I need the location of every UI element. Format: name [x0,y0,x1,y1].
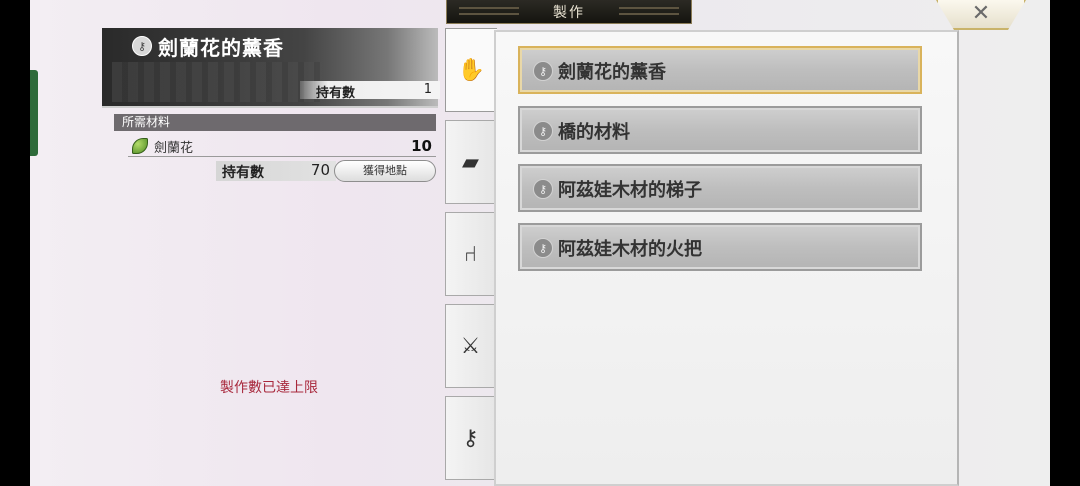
recipe-name: 橋的材料 [558,122,630,143]
recipe-list-panel: ⚷ 劍蘭花的薰香 ⚷ 橋的材料 ⚷ 阿茲娃木材的梯子 ⚷ 阿茲娃木材的火把 [494,30,959,486]
owned-value: 1 [423,82,432,97]
key-icon: ⚷ [462,425,479,451]
title-decoration-left [459,7,519,15]
selected-item-header: ⚷ 劍蘭花的薰香 持有數 1 [102,28,440,108]
page-title: 製作 [553,4,585,21]
material-required-qty: 10 [411,137,432,155]
item-background-image [112,62,322,102]
acquire-location-button[interactable]: 獲得地點 [334,160,436,182]
chair-icon: ⑁ [463,241,478,267]
selected-item-name: 劍蘭花的薰香 [158,36,284,60]
materials-header: 所需材料 [114,114,436,131]
sword-shield-icon: ⚔ [460,333,481,359]
tab-materials[interactable]: ▰ [445,120,495,204]
crafting-screen: 製作 ✕ ⚷ 劍蘭花的薰香 持有數 1 所需材料 劍蘭花 10 持有數 70 獲… [30,0,1050,486]
recipe-item[interactable]: ⚷ 橋的材料 [518,106,922,154]
item-owned-count: 持有數 1 [300,81,440,101]
tab-equipment[interactable]: ⚔ [445,304,495,388]
recipe-name: 阿茲娃木材的火把 [558,239,702,260]
tab-hand[interactable]: ✋ [445,28,497,112]
craft-limit-message: 製作數已達上限 [220,380,318,396]
tab-key-items[interactable]: ⚷ [445,396,495,480]
recipe-name: 阿茲娃木材的梯子 [558,180,702,201]
side-edge-tab[interactable] [30,70,38,156]
recipe-icon: ⚷ [533,61,553,81]
recipe-icon: ⚷ [533,179,553,199]
material-owned-label: 持有數 [222,165,264,181]
incense-icon: ⚷ [132,36,152,56]
hand-icon: ✋ [457,57,486,83]
title-decoration-right [619,7,679,15]
owned-label: 持有數 [316,86,356,101]
tab-furniture[interactable]: ⑁ [445,212,495,296]
material-owned-value: 70 [310,161,330,179]
leaf-icon [132,138,148,154]
recipe-item[interactable]: ⚷ 劍蘭花的薰香 [518,46,922,94]
material-name: 劍蘭花 [154,141,194,156]
plank-icon: ▰ [462,149,479,175]
recipe-icon: ⚷ [533,238,553,258]
recipe-icon: ⚷ [533,121,553,141]
recipe-name: 劍蘭花的薰香 [558,62,666,83]
recipe-item[interactable]: ⚷ 阿茲娃木材的梯子 [518,164,922,212]
material-row: 劍蘭花 10 [128,135,436,157]
title-bar: 製作 [446,0,692,24]
close-x-icon: ✕ [971,0,991,26]
material-owned-count: 持有數 70 [216,161,336,181]
close-button[interactable]: ✕ [936,0,1026,30]
recipe-item[interactable]: ⚷ 阿茲娃木材的火把 [518,223,922,271]
